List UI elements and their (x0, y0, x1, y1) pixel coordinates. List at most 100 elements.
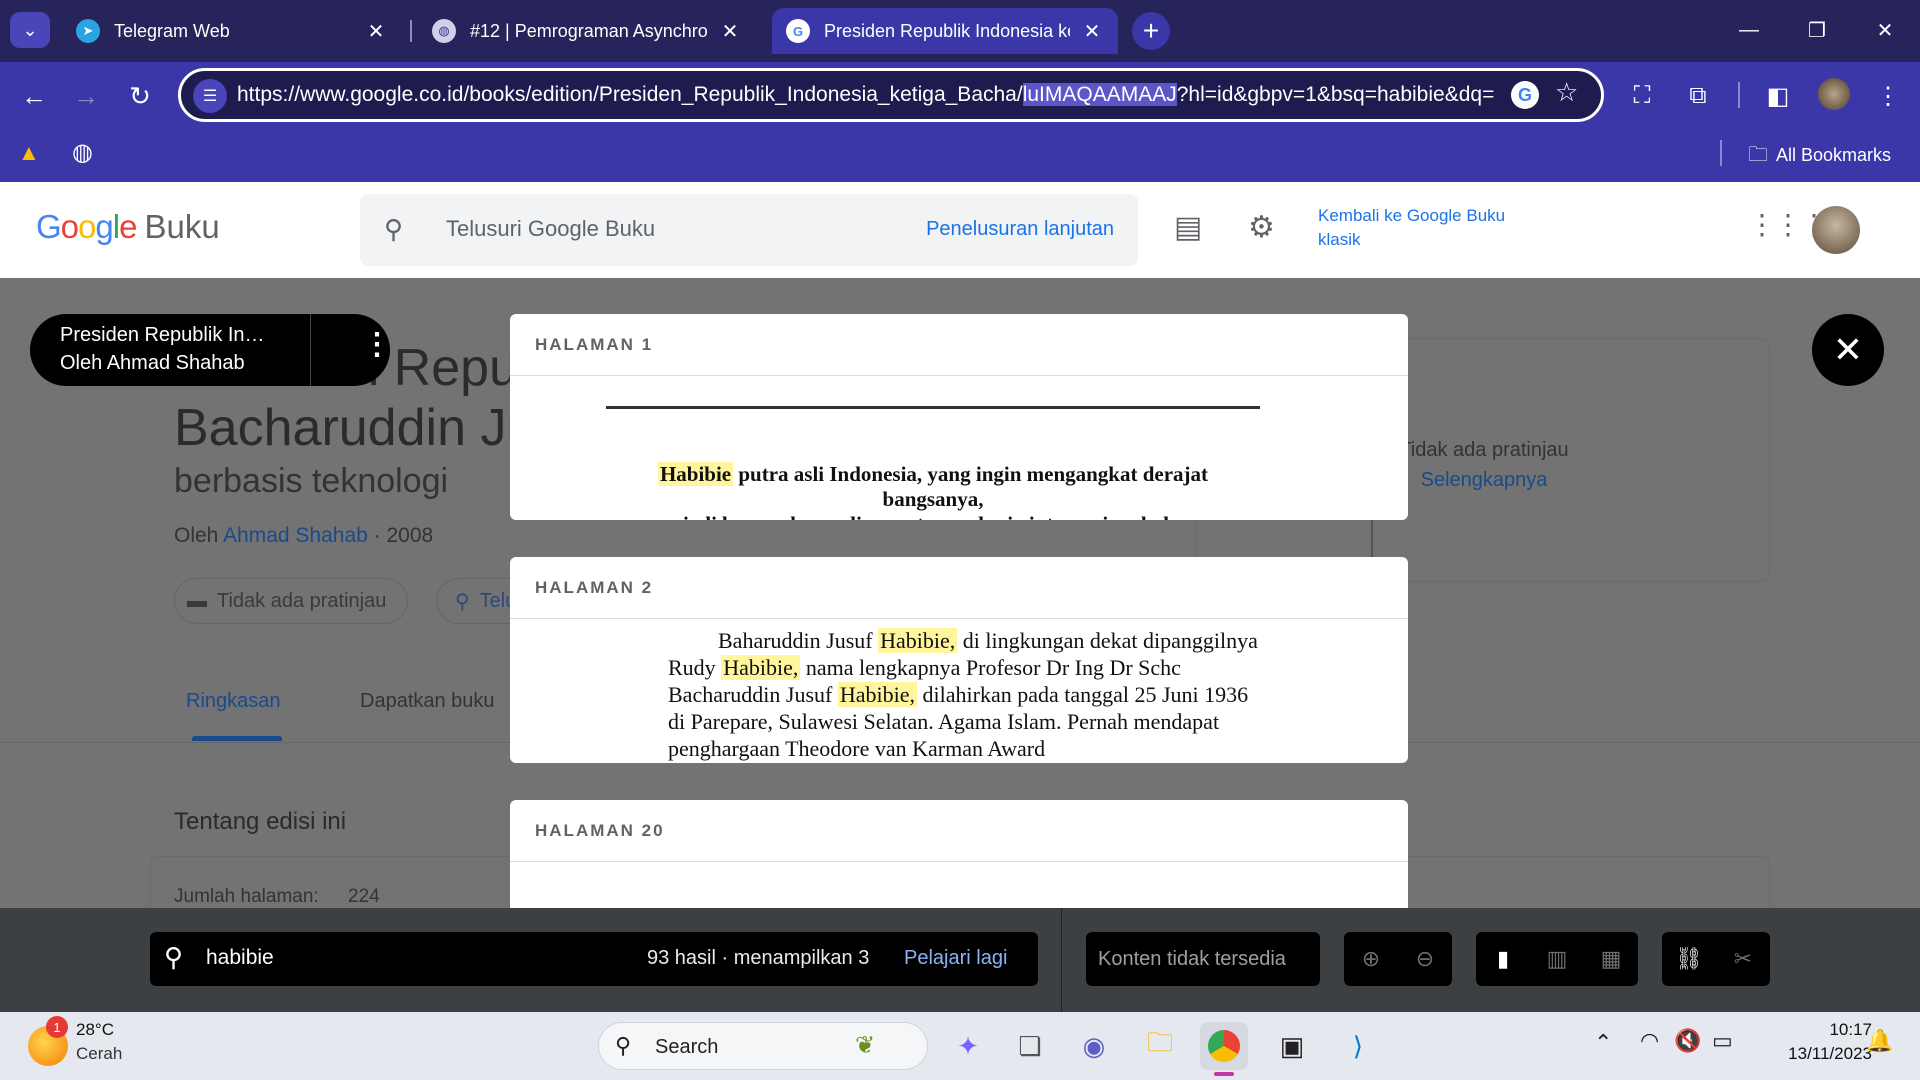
close-viewer-button[interactable]: ✕ (1812, 314, 1884, 386)
profile-avatar[interactable] (1818, 78, 1850, 110)
chevron-up-icon[interactable]: ⌃ (1594, 1030, 1612, 1056)
no-preview-button[interactable]: ▬ Tidak ada pratinjau (174, 578, 408, 624)
google-books-logo[interactable]: Google Buku (36, 208, 220, 246)
text: putra asli Indonesia, yang ingin mengang… (733, 462, 1209, 511)
close-icon[interactable]: ✕ (718, 19, 742, 44)
globe-icon[interactable]: ◍ (72, 138, 93, 167)
file-explorer-icon[interactable]: 🗀 (1136, 1022, 1184, 1070)
book-byline: Oleh Ahmad Shahab · 2008 (174, 524, 433, 548)
tab-telegram[interactable]: ➤ Telegram Web ✕ (62, 8, 402, 54)
classic-google-books-link[interactable]: Kembali ke Google Buku klasik (1318, 204, 1548, 252)
taskbar-search-label: Search (655, 1036, 719, 1058)
extensions-icon[interactable]: ⧉ (1678, 76, 1718, 116)
more-menu-icon[interactable]: ⋮ (1868, 76, 1908, 116)
notification-bell-icon[interactable]: 🔔 (1866, 1028, 1893, 1054)
author-link[interactable]: Ahmad Shahab (223, 524, 368, 547)
tab-title: #12 | Pemrograman Asynchronous (470, 20, 708, 41)
two-page-icon[interactable]: ▥ (1530, 932, 1584, 986)
scan-text-block: Baharuddin Jusuf Habibie, di lingkungan … (668, 627, 1328, 762)
task-view-icon[interactable]: ❏ (1006, 1022, 1054, 1070)
settings-gear-icon[interactable]: ⚙ (1248, 210, 1275, 245)
vscode-icon[interactable]: ⟩ (1334, 1022, 1382, 1070)
wifi-icon[interactable]: ◠ (1640, 1028, 1659, 1054)
search-placeholder[interactable]: Telusuri Google Buku (446, 216, 655, 242)
tab-async[interactable]: ◍ #12 | Pemrograman Asynchronous ✕ (418, 8, 756, 54)
terminal-icon[interactable]: ▣ (1268, 1022, 1316, 1070)
content-status: Konten tidak tersedia (1086, 932, 1320, 986)
in-book-search-query[interactable]: habibie (206, 946, 274, 970)
google-drive-icon[interactable]: ▲ (18, 140, 40, 166)
active-app-indicator (1214, 1072, 1234, 1076)
viewer-bottom-bar: ⚲ habibie 93 hasil · menampilkan 3 Pelaj… (0, 908, 1920, 1012)
copilot-icon[interactable]: ✦ (944, 1022, 992, 1070)
text: di lingkungan dekat dipanggilnya (957, 628, 1258, 653)
forward-button[interactable]: → (66, 76, 106, 116)
logo-letter: e (119, 208, 137, 245)
link-icon[interactable]: ⛓ (1662, 932, 1716, 986)
tab-get-book[interactable]: Dapatkan buku (360, 690, 510, 713)
my-library-icon[interactable]: ▤ (1174, 210, 1202, 245)
advanced-search-link[interactable]: Penelusuran lanjutan (926, 218, 1114, 241)
taskbar-search[interactable]: ⚲ Search ❦ (598, 1022, 928, 1070)
logo-letter: G (36, 208, 62, 245)
volume-muted-icon[interactable]: 🔇 (1674, 1028, 1701, 1054)
search-icon[interactable]: ⚲ (384, 214, 403, 245)
chrome-taskbar-icon[interactable] (1200, 1022, 1248, 1070)
all-bookmarks-button[interactable]: 🗀 All Bookmarks (1748, 140, 1891, 174)
learn-more-link[interactable]: Pelajari lagi (904, 947, 1007, 970)
teams-chat-icon[interactable]: ◉ (1070, 1022, 1118, 1070)
clip-scissors-icon[interactable]: ✂ (1716, 932, 1770, 986)
url-part: https://www.google.co.id/books/edition/P… (237, 83, 1023, 106)
reload-button[interactable]: ↻ (120, 76, 160, 116)
clock-time[interactable]: 10:17 (1762, 1020, 1872, 1040)
side-panel-icon[interactable]: ◧ (1758, 76, 1798, 116)
result-card-page-1[interactable]: HALAMAN 1 Habibie putra asli Indonesia, … (510, 314, 1408, 520)
close-icon[interactable]: ✕ (1080, 19, 1104, 44)
result-card-page-20[interactable]: HALAMAN 20 (510, 800, 1408, 908)
bookmark-star-icon[interactable]: ☆ (1555, 77, 1578, 108)
address-bar[interactable]: ☰ https://www.google.co.id/books/edition… (178, 68, 1604, 122)
windows-taskbar: 1 28°C Cerah ⚲ Search ❦ ✦ ❏ ◉ 🗀 ▣ ⟩ ⌃ ◠ … (0, 1012, 1920, 1080)
weather-temperature[interactable]: 28°C (76, 1020, 114, 1040)
in-book-search-bar[interactable]: ⚲ habibie 93 hasil · menampilkan 3 Pelaj… (150, 932, 1038, 986)
text: penghargaan Theodore van Karman Award (668, 736, 1046, 761)
site-info-icon[interactable]: ☰ (193, 79, 227, 113)
clock-date[interactable]: 13/11/2023 (1762, 1044, 1872, 1064)
screenshot-icon[interactable]: ⛶ (1622, 76, 1662, 116)
url-text[interactable]: https://www.google.co.id/books/edition/P… (237, 71, 1507, 119)
publish-year: · 2008 (367, 524, 434, 547)
search-in-book-button[interactable]: ⚲Telusuri (436, 578, 516, 624)
grid-view-icon[interactable]: ▦ (1584, 932, 1638, 986)
weather-description[interactable]: Cerah (76, 1044, 122, 1064)
more-options-icon[interactable]: ⋮ (362, 330, 392, 360)
tab-search-button[interactable]: ⌄ (10, 12, 50, 48)
result-snippet: Baharuddin Jusuf Habibie, di lingkungan … (510, 619, 1408, 763)
tab-summary[interactable]: Ringkasan (186, 690, 281, 713)
books-search-box[interactable]: ⚲ Telusuri Google Buku Penelusuran lanju… (360, 194, 1138, 266)
search-highlight: Habibie, (878, 628, 958, 653)
result-snippet: Habibie putra asli Indonesia, yang ingin… (510, 376, 1408, 520)
tab-presiden-active[interactable]: G Presiden Republik Indonesia ketiga ✕ (772, 8, 1118, 54)
restore-button[interactable]: ❐ (1792, 10, 1842, 50)
reload-icon: ↻ (129, 80, 151, 111)
minimize-icon: — (1739, 18, 1759, 41)
start-button[interactable] (536, 1022, 572, 1070)
zoom-out-icon[interactable]: ⊖ (1398, 932, 1452, 986)
minimize-button[interactable]: — (1724, 10, 1774, 50)
battery-icon[interactable]: ▭ (1712, 1028, 1733, 1054)
close-window-button[interactable]: ✕ (1860, 10, 1910, 50)
single-page-icon[interactable]: ▮ (1476, 932, 1530, 986)
result-card-page-2[interactable]: HALAMAN 2 Baharuddin Jusuf Habibie, di l… (510, 557, 1408, 763)
back-button[interactable]: ← (14, 76, 54, 116)
text: dilahirkan pada tanggal 25 Juni 1936 (917, 682, 1249, 707)
account-avatar[interactable] (1812, 206, 1860, 254)
search-icon[interactable]: ⚲ (164, 942, 183, 973)
zoom-in-icon[interactable]: ⊕ (1344, 932, 1398, 986)
close-icon[interactable]: ✕ (364, 19, 388, 44)
new-tab-button[interactable]: + (1132, 12, 1170, 50)
browser-tab-strip: ⌄ ➤ Telegram Web ✕ ◍ #12 | Pemrograman A… (0, 0, 1920, 62)
book-pill-author: Oleh Ahmad Shahab (60, 352, 245, 374)
logo-letter: o (60, 208, 79, 245)
google-lens-icon[interactable]: G (1511, 81, 1539, 109)
byline-prefix: Oleh (174, 524, 224, 547)
